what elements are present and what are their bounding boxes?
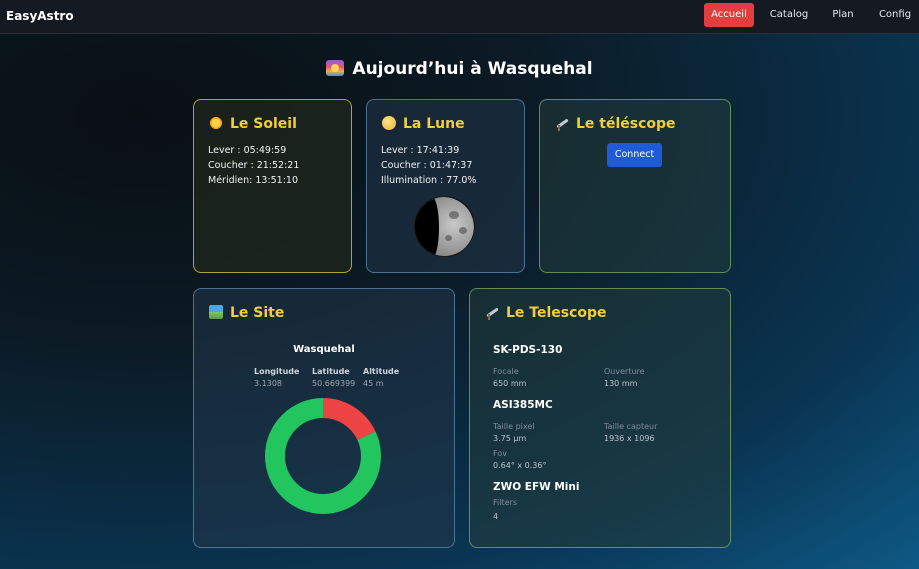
site-card-title: Le Site bbox=[209, 305, 284, 321]
sun-meridian: Méridien: 13:51:10 bbox=[208, 175, 299, 186]
moon-title-text: La Lune bbox=[403, 116, 465, 132]
nav-item-config[interactable]: Config bbox=[874, 3, 916, 27]
telescope-status-title-text: Le téléscope bbox=[576, 116, 676, 132]
aperture-value: 130 mm bbox=[604, 379, 638, 388]
altitude-label: Altitude bbox=[363, 367, 400, 376]
pixel-label: Taille pixel bbox=[493, 422, 535, 431]
moon-illumination: Illumination : 77.0% bbox=[381, 175, 477, 186]
fov-label: Fov bbox=[493, 449, 507, 458]
telescope-card-title: Le Telescope bbox=[485, 305, 607, 321]
site-donut-chart bbox=[265, 398, 381, 514]
altitude-value: 45 m bbox=[363, 379, 384, 388]
filters-label: Filters bbox=[493, 498, 517, 507]
sun-rise: Lever : 05:49:59 bbox=[208, 145, 287, 156]
sun-title-text: Le Soleil bbox=[230, 116, 297, 132]
moon-card-title: La Lune bbox=[382, 116, 465, 132]
sun-icon bbox=[209, 116, 223, 130]
top-navbar: EasyAstro Accueil Catalog Plan Config bbox=[0, 0, 919, 34]
sensor-label: Taille capteur bbox=[604, 422, 658, 431]
nav-item-accueil[interactable]: Accueil bbox=[704, 3, 754, 27]
nav-item-catalog[interactable]: Catalog bbox=[766, 3, 812, 27]
site-name: Wasquehal bbox=[293, 344, 355, 355]
filters-value: 4 bbox=[493, 512, 499, 521]
longitude-value: 3.1308 bbox=[254, 379, 282, 388]
moon-rise: Lever : 17:41:39 bbox=[381, 145, 460, 156]
telescope-card bbox=[469, 288, 731, 548]
telescope-status-title: Le téléscope bbox=[555, 116, 676, 132]
landscape-icon bbox=[209, 305, 223, 319]
moon-set: Coucher : 01:47:37 bbox=[381, 160, 473, 171]
focal-label: Focale bbox=[493, 367, 519, 376]
latitude-label: Latitude bbox=[312, 367, 350, 376]
connect-button[interactable]: Connect bbox=[607, 143, 662, 167]
moon-phase-image bbox=[414, 196, 475, 257]
page-title: Aujourd’hui à Wasquehal bbox=[0, 59, 919, 79]
scope-name: SK-PDS-130 bbox=[493, 344, 563, 356]
filter-wheel-name: ZWO EFW Mini bbox=[493, 481, 580, 493]
telescope-icon bbox=[555, 116, 569, 131]
brand-logo[interactable]: EasyAstro bbox=[6, 9, 74, 23]
page-title-text: Aujourd’hui à Wasquehal bbox=[352, 59, 593, 79]
telescope-title-text: Le Telescope bbox=[506, 305, 607, 321]
focal-value: 650 mm bbox=[493, 379, 527, 388]
sun-card-title: Le Soleil bbox=[209, 116, 297, 132]
camera-name: ASI385MC bbox=[493, 399, 553, 411]
longitude-label: Longitude bbox=[254, 367, 300, 376]
fov-value: 0.64° x 0.36° bbox=[493, 461, 547, 470]
latitude-value: 50.669399 bbox=[312, 379, 356, 388]
aperture-label: Ouverture bbox=[604, 367, 645, 376]
moon-icon bbox=[382, 116, 396, 130]
site-title-text: Le Site bbox=[230, 305, 285, 321]
telescope-icon-2 bbox=[485, 305, 499, 320]
sensor-value: 1936 x 1096 bbox=[604, 434, 655, 443]
sunrise-icon bbox=[326, 60, 345, 76]
pixel-value: 3.75 µm bbox=[493, 434, 527, 443]
sun-set: Coucher : 21:52:21 bbox=[208, 160, 300, 171]
nav-item-plan[interactable]: Plan bbox=[827, 3, 859, 27]
